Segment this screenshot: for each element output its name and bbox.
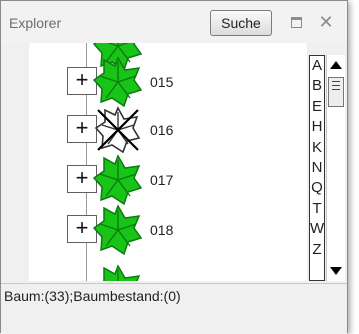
close-icon[interactable]: ✕ [316,13,336,31]
alpha-index-letter[interactable]: H [310,117,324,137]
alpha-index-letter[interactable]: K [310,138,324,158]
tree-node-label: 017 [150,172,174,188]
window-title: Explorer [9,15,62,31]
alpha-index-letter[interactable]: E [310,97,324,117]
alpha-index-letter[interactable]: W [310,219,324,239]
alpha-index-letter[interactable]: Z [310,240,324,260]
tree-node[interactable]: + 015 [29,56,307,108]
tree-node[interactable]: + 018 [29,204,307,256]
title-bar: Explorer Suche ✕ [1,1,347,43]
alpha-index-letter[interactable]: Q [310,178,324,198]
alpha-index-letter[interactable]: N [310,158,324,178]
tree-view: + 015 + 016 + 017 + 018 [29,43,307,281]
alpha-index-letter[interactable]: T [310,199,324,219]
search-button[interactable]: Suche [210,10,272,36]
explorer-window: Explorer Suche ✕ + 015 + 016 + 017 + 018… [0,0,348,334]
tree-icon [92,204,143,256]
alpha-index-letter[interactable]: A [310,56,324,76]
restore-icon[interactable] [286,13,306,28]
tree-node-label: 015 [150,74,174,90]
alphabet-index: A B E H K N Q T W Z [309,55,325,281]
tree-icon [102,264,141,281]
tree-node[interactable]: + 016 [29,105,307,155]
scrollbar-thumb[interactable] [328,77,344,107]
tree-node[interactable] [29,257,307,281]
alpha-index-letter[interactable]: B [310,76,324,96]
tree-node-label: 018 [150,222,174,238]
status-text: Baum:(33);Baumbestand:(0) [4,288,181,304]
status-bar: Baum:(33);Baumbestand:(0) [1,283,347,334]
tree-node[interactable]: + 017 [29,154,307,206]
tree-node-label: 016 [150,122,174,138]
vertical-scrollbar[interactable] [326,55,345,281]
scroll-down-arrow-icon[interactable] [327,261,345,281]
scroll-up-arrow-icon[interactable] [327,55,345,75]
